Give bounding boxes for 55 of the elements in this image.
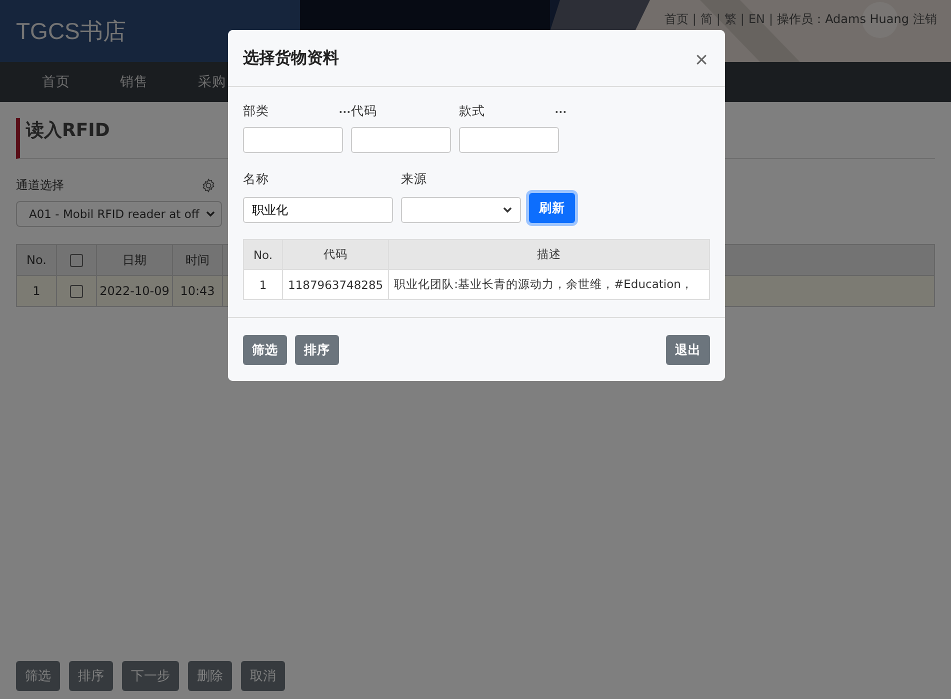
column-header: No. [244,240,282,270]
column-header: 时间 [172,244,222,276]
header-link[interactable]: EN [748,12,766,26]
channel-label: 通道选择 [16,177,64,194]
action-button[interactable]: 排序 [69,661,113,691]
action-button[interactable]: 删除 [188,661,232,691]
column-header: 代码 [282,240,389,270]
column-header: 描述 [388,240,710,270]
logo: TGCS书店 [16,16,126,46]
separator: | [769,12,774,26]
header-link[interactable]: 繁 [724,12,736,26]
column-header: No. [16,244,56,276]
table-cell: 职业化团队:基业长青的源动力，余世维，#Education， [388,270,710,300]
column-header: 日期 [96,244,172,276]
header-link[interactable]: 简 [700,12,712,26]
more-button[interactable]: ··· [555,103,567,121]
nav-item[interactable]: 首页 [17,62,95,102]
field-label: 部类 [243,103,269,120]
separator: | [716,12,720,26]
settings-icon[interactable] [201,178,216,193]
row-checkbox[interactable] [70,285,83,298]
channel-select[interactable]: A01 - Mobil RFID reader at off [16,201,222,227]
field-label: 名称 [243,171,270,188]
dialog-title: 选择货物资料 [243,48,339,68]
separator: | [692,12,696,26]
separator: | [740,12,744,26]
more-button[interactable]: ··· [339,103,351,121]
chevron-icon [206,211,215,217]
chevron-icon [503,207,512,213]
refresh-button[interactable]: 刷新 [529,193,575,223]
nav-item[interactable]: 销售 [95,62,173,102]
close-button[interactable]: × [693,47,710,73]
name-field[interactable]: 职业化 [243,197,393,223]
action-button[interactable]: 取消 [241,661,285,691]
header-checkbox[interactable] [70,254,83,268]
table-cell: 1187963748285 [282,270,389,300]
operator-label: 操作员：Adams Huang [777,12,909,26]
field-label: 来源 [401,171,428,188]
table-cell: 2022-10-09 [96,276,172,306]
input-field[interactable] [243,127,343,153]
exit-button[interactable]: 退出 [666,335,710,365]
input-field[interactable] [351,127,451,153]
footer-button[interactable]: 排序 [295,335,339,365]
action-button[interactable]: 下一步 [122,661,179,691]
input-field[interactable] [459,127,559,153]
footer-button[interactable]: 筛选 [243,335,287,365]
table-cell: 1 [244,270,282,300]
field-label: 代码 [351,103,377,120]
header-link[interactable]: 首页 [664,12,688,26]
source-select[interactable] [401,197,521,223]
field-label: 款式 [459,103,485,120]
action-button[interactable]: 筛选 [16,661,60,691]
table-cell: 1 [16,276,56,306]
table-cell: 10:43 [172,276,222,306]
logout-link[interactable]: 注销 [913,12,937,26]
